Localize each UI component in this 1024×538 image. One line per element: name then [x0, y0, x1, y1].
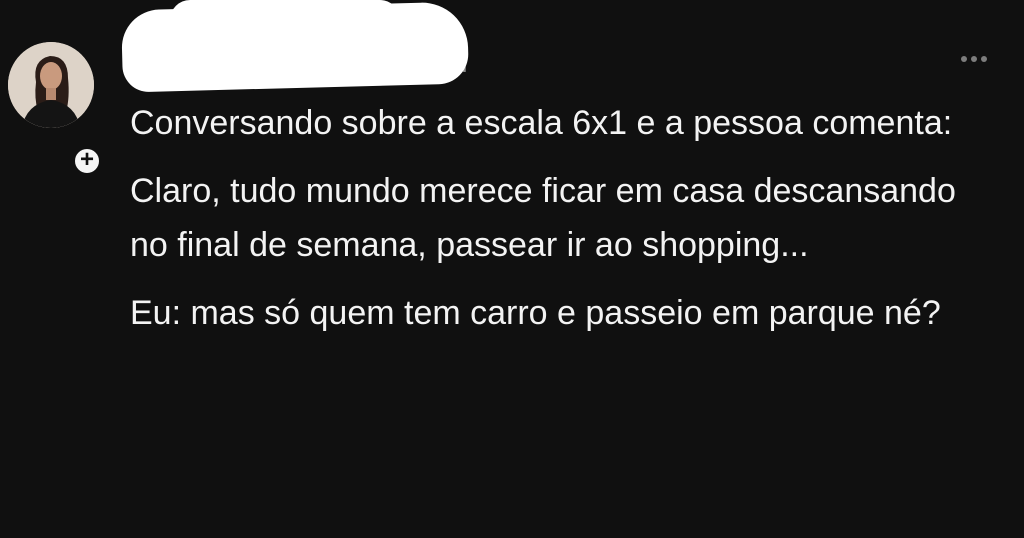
avatar[interactable] — [8, 42, 94, 128]
profile-photo-icon — [8, 42, 94, 128]
thread-post: + na 5 h Conversando sobre a escala 6x1 … — [0, 0, 1024, 538]
plus-icon: + — [79, 146, 94, 173]
more-horizontal-icon-dot — [981, 56, 987, 62]
post-paragraph: Conversando sobre a escala 6x1 e a pesso… — [130, 104, 953, 142]
redaction-overlay-top — [170, 0, 400, 40]
more-horizontal-icon — [961, 56, 967, 62]
more-horizontal-icon-dot — [971, 56, 977, 62]
follow-button[interactable]: + — [72, 146, 102, 176]
avatar-container[interactable]: + — [8, 42, 102, 176]
more-options-button[interactable] — [952, 44, 996, 74]
post-body[interactable]: Conversando sobre a escala 6x1 e a pesso… — [130, 96, 1000, 340]
post-paragraph: Eu: mas só quem tem carro e passeio em p… — [130, 294, 941, 332]
post-paragraph: Claro, tudo mundo merece ficar em casa d… — [130, 172, 956, 264]
